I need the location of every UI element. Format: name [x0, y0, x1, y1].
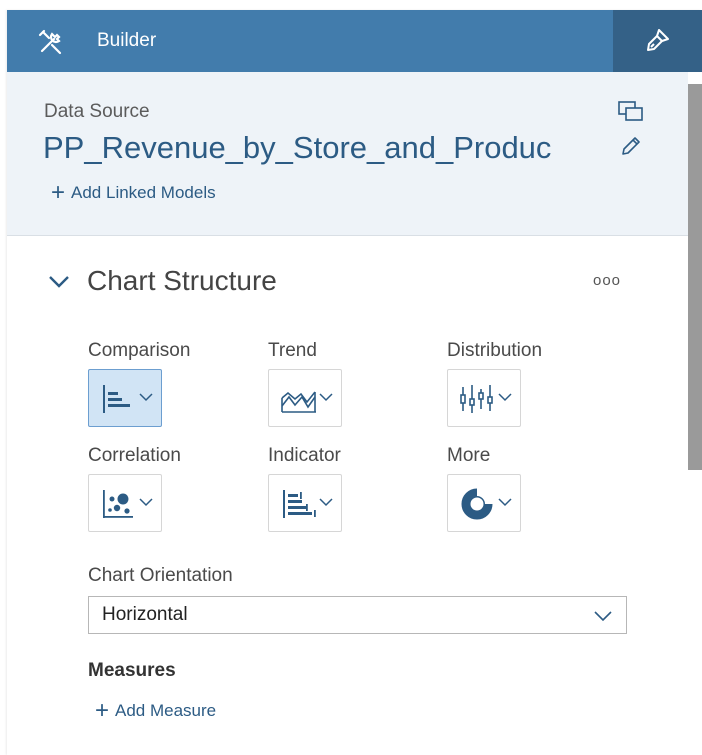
chevron-down-icon: [139, 498, 153, 507]
indicator-bar-icon: [283, 490, 316, 518]
category-label-comparison: Comparison: [88, 340, 191, 361]
donut-chart-icon: [461, 488, 493, 520]
category-label-distribution: Distribution: [447, 340, 543, 361]
panel-header: Builder: [7, 10, 702, 72]
chart-structure-title: Chart Structure: [87, 265, 277, 296]
add-linked-models-button[interactable]: + Add Linked Models: [51, 179, 216, 206]
measures-heading: Measures: [88, 660, 176, 681]
indicator-chart-button[interactable]: [268, 474, 342, 532]
builder-panel: Builder Data Source PP_Revenue_by_Store_…: [7, 10, 702, 755]
add-measure-button[interactable]: + Add Measure: [95, 697, 217, 724]
chevron-down-icon: [498, 498, 512, 507]
plus-icon: +: [51, 179, 66, 206]
distribution-chart-button[interactable]: [447, 369, 521, 427]
panel-title: Builder: [97, 30, 157, 51]
comparison-chart-button[interactable]: [88, 369, 162, 427]
area-chart-icon: [281, 391, 316, 413]
data-source-name[interactable]: PP_Revenue_by_Store_and_Produc: [43, 130, 583, 166]
bar-chart-icon: [103, 385, 130, 413]
chart-structure-header[interactable]: Chart Structure: [47, 265, 277, 297]
more-options-icon[interactable]: ooo: [593, 272, 621, 289]
plus-icon: +: [95, 697, 110, 724]
paintbrush-icon: [647, 29, 669, 51]
add-measure-label: Add Measure: [115, 701, 217, 720]
chevron-down-icon: [139, 393, 153, 402]
chevron-down-icon: [498, 393, 512, 402]
chevron-down-icon: [319, 393, 333, 402]
styling-tab[interactable]: [613, 10, 702, 72]
tools-icon[interactable]: [37, 28, 65, 56]
chart-orientation-value: Horizontal: [102, 604, 188, 625]
add-linked-models-label: Add Linked Models: [71, 183, 216, 202]
more-chart-button[interactable]: [447, 474, 521, 532]
trend-chart-button[interactable]: [268, 369, 342, 427]
copy-icon[interactable]: [618, 101, 644, 123]
chart-orientation-select[interactable]: Horizontal: [88, 596, 627, 634]
data-source-section: Data Source PP_Revenue_by_Store_and_Prod…: [7, 72, 688, 236]
chart-orientation-label: Chart Orientation: [88, 565, 233, 586]
bubble-chart-icon: [103, 490, 133, 518]
pencil-icon[interactable]: [620, 135, 642, 157]
chevron-down-icon: [49, 276, 69, 288]
chevron-down-icon: [594, 611, 612, 622]
category-label-indicator: Indicator: [268, 445, 341, 466]
category-label-correlation: Correlation: [88, 445, 181, 466]
data-source-label: Data Source: [44, 101, 150, 122]
boxplot-icon: [460, 385, 493, 413]
category-label-trend: Trend: [268, 340, 317, 361]
chevron-down-icon: [319, 498, 333, 507]
correlation-chart-button[interactable]: [88, 474, 162, 532]
scrollbar-thumb[interactable]: [688, 84, 702, 470]
scrollbar[interactable]: [688, 72, 702, 755]
category-label-more: More: [447, 445, 491, 466]
